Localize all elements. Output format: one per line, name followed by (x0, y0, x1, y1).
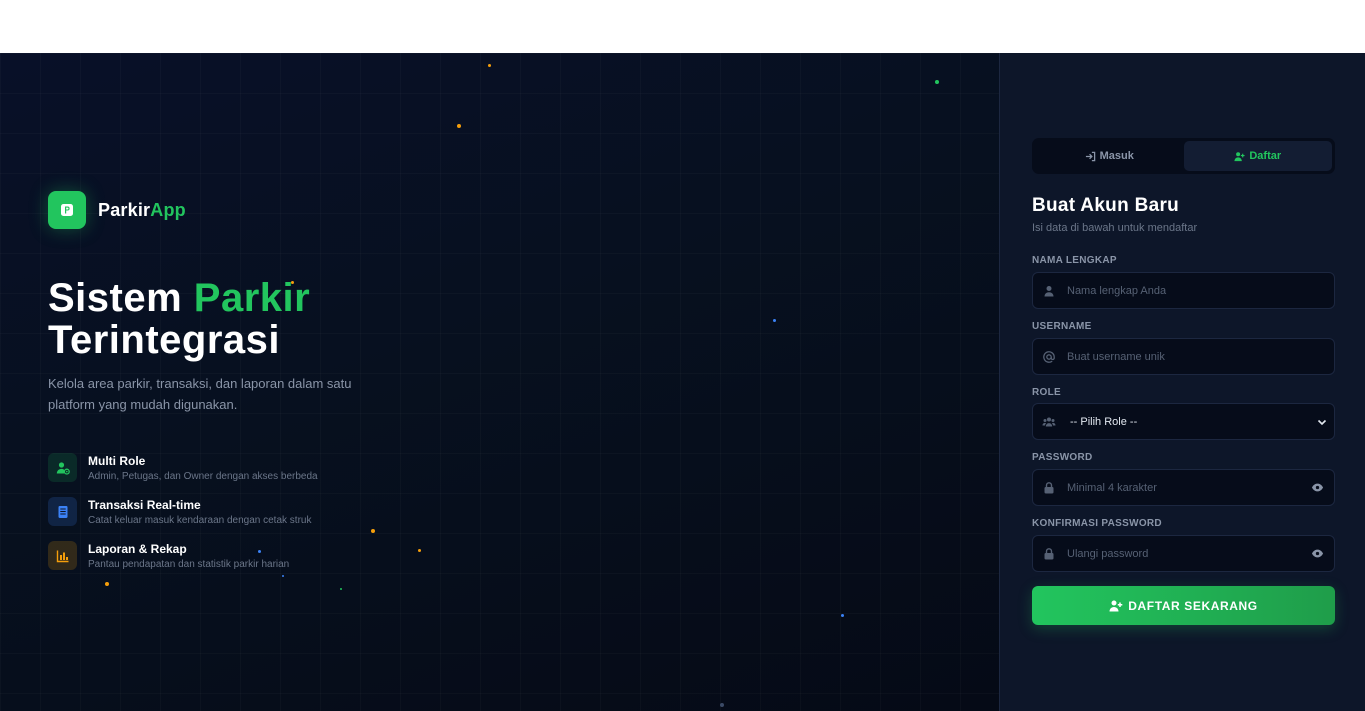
confirm-password-field-wrapper (1032, 535, 1335, 572)
parking-p-icon (48, 191, 86, 229)
feature-description: Pantau pendapatan dan statistik parkir h… (88, 559, 290, 570)
password-input[interactable] (1056, 470, 1311, 505)
password-label: PASSWORD (1032, 452, 1093, 463)
fullname-field-wrapper (1032, 272, 1335, 309)
tab-label: Daftar (1249, 150, 1282, 162)
feature-title: Laporan & Rekap (88, 542, 187, 556)
decor-dot (841, 614, 844, 617)
fullname-input[interactable] (1056, 273, 1334, 308)
username-label: USERNAME (1032, 321, 1092, 332)
username-input[interactable] (1056, 339, 1334, 374)
confirm-password-input[interactable] (1056, 536, 1311, 571)
lock-icon (1044, 547, 1054, 559)
decor-dot (418, 549, 421, 552)
top-bar (0, 0, 1365, 53)
role-select[interactable]: -- Pilih Role -- (1056, 404, 1316, 439)
decor-dot (340, 588, 342, 590)
user-plus-icon (1234, 151, 1245, 161)
form-subtitle: Isi data di bawah untuk mendaftar (1032, 222, 1198, 234)
login-icon (1085, 151, 1095, 161)
decor-dot (371, 529, 375, 533)
at-icon (1043, 350, 1055, 363)
feature-reports: Laporan & Rekap Pantau pendapatan dan st… (48, 541, 318, 572)
register-button-label: DAFTAR SEKARANG (1128, 598, 1258, 613)
feature-realtime: Transaksi Real-time Catat keluar masuk k… (48, 497, 318, 528)
chevron-down-icon (1317, 419, 1327, 425)
receipt-icon (48, 497, 77, 526)
auth-tabs: Masuk Daftar (1032, 138, 1335, 174)
chart-icon (48, 541, 77, 570)
user-plus-icon (1109, 600, 1123, 611)
username-field-wrapper (1032, 338, 1335, 375)
feature-description: Admin, Petugas, dan Owner dengan akses b… (88, 471, 318, 482)
user-gear-icon (48, 453, 77, 482)
auth-panel: Masuk Daftar Buat Akun Baru Isi data di … (999, 53, 1365, 711)
feature-title: Transaksi Real-time (88, 498, 201, 512)
register-button[interactable]: DAFTAR SEKARANG (1032, 586, 1335, 625)
eye-icon[interactable] (1311, 547, 1324, 560)
brand-name: ParkirApp (98, 199, 186, 220)
user-icon (1044, 285, 1054, 296)
tab-masuk[interactable]: Masuk (1035, 141, 1184, 171)
users-icon (1042, 417, 1056, 426)
role-label: ROLE (1032, 387, 1061, 398)
feature-list: Multi Role Admin, Petugas, dan Owner den… (48, 453, 318, 585)
decor-dot (720, 703, 724, 707)
decor-dot (935, 80, 939, 84)
decor-dot (457, 124, 461, 128)
decor-dot (773, 319, 776, 322)
eye-icon[interactable] (1311, 481, 1324, 494)
decor-dot (488, 64, 491, 67)
feature-multi-role: Multi Role Admin, Petugas, dan Owner den… (48, 453, 318, 484)
brand: ParkirApp (48, 191, 186, 229)
password-field-wrapper (1032, 469, 1335, 506)
lock-icon (1044, 481, 1054, 493)
form-title: Buat Akun Baru (1032, 195, 1180, 216)
feature-description: Catat keluar masuk kendaraan dengan ceta… (88, 515, 312, 526)
hero-subtitle: Kelola area parkir, transaksi, dan lapor… (48, 376, 352, 412)
role-field-wrapper: -- Pilih Role -- (1032, 403, 1335, 440)
hero-section: ParkirApp Sistem Parkir Terintegrasi Kel… (0, 53, 999, 711)
confirm-password-label: KONFIRMASI PASSWORD (1032, 518, 1162, 529)
feature-title: Multi Role (88, 454, 146, 468)
tab-label: Masuk (1099, 150, 1134, 162)
page-title: Sistem Parkir Terintegrasi (48, 276, 311, 362)
tab-daftar[interactable]: Daftar (1183, 141, 1332, 171)
fullname-label: NAMA LENGKAP (1032, 255, 1117, 266)
